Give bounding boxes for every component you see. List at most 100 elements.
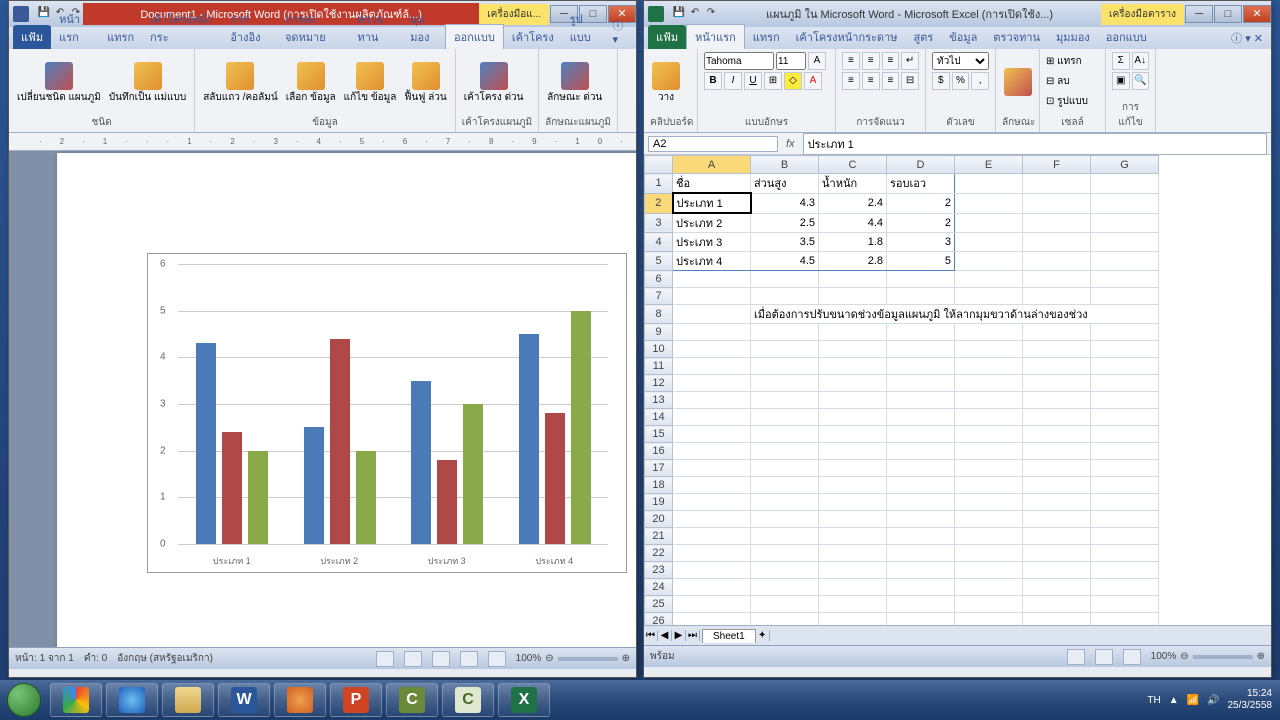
align-right-button[interactable]: ≡: [882, 72, 900, 90]
view-outline[interactable]: [460, 651, 478, 667]
taskbar-media[interactable]: [274, 683, 326, 717]
wrap-text-button[interactable]: ↵: [901, 52, 919, 70]
quick-style-button[interactable]: ลักษณะ ด่วน: [545, 51, 604, 114]
zoom-slider[interactable]: [558, 657, 618, 661]
sheet-nav-next[interactable]: ▶: [672, 630, 686, 641]
tab-home[interactable]: หน้าแรก: [51, 7, 99, 49]
tab-home[interactable]: หน้าแรก: [686, 24, 745, 49]
chart-bar[interactable]: [411, 381, 431, 544]
tab-layout2[interactable]: เค้าโครง: [504, 25, 562, 49]
tab-mail[interactable]: การส่งจดหมาย: [277, 7, 350, 49]
save-template-button[interactable]: บันทึกเป็น แม่แบบ: [107, 51, 188, 114]
change-chart-type-button[interactable]: เปลี่ยนชนิด แผนภูมิ: [15, 51, 103, 114]
chart-bar[interactable]: [571, 311, 591, 544]
select-data-button[interactable]: เลือก ข้อมูล: [284, 51, 338, 114]
help-icon[interactable]: ⓘ ▾ ✕: [1223, 27, 1271, 49]
taskbar-camtasia[interactable]: C: [386, 683, 438, 717]
tray-clock[interactable]: 15:24 25/3/2558: [1228, 688, 1273, 712]
tray-network-icon[interactable]: 📶: [1187, 695, 1199, 706]
italic-button[interactable]: I: [724, 72, 742, 90]
switch-row-col-button[interactable]: สลับแถว /คอลัมน์: [201, 51, 280, 114]
tab-layout[interactable]: เค้าโครงหน้ากระ: [142, 7, 222, 49]
view-print-layout[interactable]: [376, 651, 394, 667]
comma-button[interactable]: ,: [971, 72, 989, 90]
chart-bar[interactable]: [437, 460, 457, 544]
font-name-input[interactable]: [704, 52, 774, 70]
bold-button[interactable]: B: [704, 72, 722, 90]
currency-button[interactable]: $: [932, 72, 950, 90]
edit-data-button[interactable]: แก้ไข ข้อมูล: [342, 51, 399, 114]
quick-layout-button[interactable]: เค้าโครง ด่วน: [462, 51, 526, 114]
view-normal[interactable]: [1067, 649, 1085, 665]
chart-plot-area[interactable]: 0123456: [178, 264, 608, 544]
worksheet-area[interactable]: ABCDEFG1ชื่อส่วนสูงน้ำหนักรอบเอว2ประเภท …: [644, 155, 1271, 625]
tab-format[interactable]: รูปแบบ: [562, 7, 605, 49]
zoom-out-button[interactable]: ⊖: [1180, 651, 1188, 662]
zoom-out-button[interactable]: ⊖: [545, 653, 553, 664]
zoom-in-button[interactable]: ⊕: [1257, 651, 1265, 662]
zoom-slider[interactable]: [1193, 655, 1253, 659]
fill-button[interactable]: ▣: [1112, 72, 1130, 90]
view-draft[interactable]: [488, 651, 506, 667]
grow-font-button[interactable]: A: [808, 52, 826, 70]
qat-save-icon[interactable]: 💾: [672, 7, 686, 21]
zoom-level[interactable]: 100%: [1151, 651, 1177, 662]
tray-volume-icon[interactable]: 🔊: [1207, 695, 1219, 706]
chart-bar[interactable]: [222, 432, 242, 544]
merge-button[interactable]: ⊟: [901, 72, 919, 90]
taskbar-ie[interactable]: [106, 683, 158, 717]
tab-view[interactable]: มุมมอง: [1048, 25, 1098, 49]
formula-input[interactable]: ประเภท 1: [803, 133, 1267, 155]
font-size-input[interactable]: [776, 52, 806, 70]
fill-color-button[interactable]: ◇: [784, 72, 802, 90]
tab-review[interactable]: ตรวจทาน: [985, 25, 1048, 49]
tab-view[interactable]: มุมมอง: [402, 7, 445, 49]
taskbar-chrome[interactable]: [50, 683, 102, 717]
find-button[interactable]: 🔍: [1132, 72, 1150, 90]
sheet-tab[interactable]: Sheet1: [702, 629, 756, 643]
delete-cells-button[interactable]: ⊟ ลบ: [1046, 74, 1070, 89]
maximize-button[interactable]: □: [1214, 5, 1242, 23]
sort-filter-button[interactable]: A↓: [1132, 52, 1150, 70]
styles-button[interactable]: [1002, 51, 1034, 114]
tab-file[interactable]: แฟ้ม: [648, 25, 686, 49]
excel-context-tab[interactable]: เครื่องมือตาราง: [1101, 4, 1184, 25]
taskbar-powerpoint[interactable]: P: [330, 683, 382, 717]
new-sheet-button[interactable]: ✦: [756, 630, 770, 641]
tab-file[interactable]: แฟ้ม: [13, 25, 51, 49]
chart-bar[interactable]: [356, 451, 376, 544]
status-page[interactable]: หน้า: 1 จาก 1: [15, 651, 74, 666]
qat-save-icon[interactable]: 💾: [37, 7, 51, 21]
refresh-data-button[interactable]: ฟื้นฟู ล่วน: [402, 51, 448, 114]
qat-redo-icon[interactable]: ↷: [704, 7, 718, 21]
taskbar[interactable]: W P C C X TH ▲ 📶 🔊 15:24 25/3/2558: [0, 680, 1280, 720]
view-web[interactable]: [432, 651, 450, 667]
underline-button[interactable]: U: [744, 72, 762, 90]
zoom-in-button[interactable]: ⊕: [622, 653, 630, 664]
number-format-select[interactable]: ทั่วไป: [932, 52, 989, 70]
taskbar-explorer[interactable]: [162, 683, 214, 717]
sheet-nav-last[interactable]: ⏭: [686, 630, 700, 641]
tab-review[interactable]: ตรวจทาน: [349, 7, 402, 49]
tab-data[interactable]: ข้อมูล: [941, 25, 985, 49]
view-page-break[interactable]: [1123, 649, 1141, 665]
align-top-button[interactable]: ≡: [842, 52, 860, 70]
taskbar-excel[interactable]: X: [498, 683, 550, 717]
zoom-level[interactable]: 100%: [516, 653, 542, 664]
taskbar-word[interactable]: W: [218, 683, 270, 717]
tab-design[interactable]: ออกแบบ: [445, 24, 504, 49]
view-reading[interactable]: [404, 651, 422, 667]
align-bot-button[interactable]: ≡: [882, 52, 900, 70]
name-box[interactable]: A2: [648, 136, 778, 152]
format-cells-button[interactable]: ⊡ รูปแบบ: [1046, 94, 1088, 109]
start-button[interactable]: [0, 680, 48, 720]
sheet-nav-first[interactable]: ⏮: [644, 630, 658, 641]
paste-button[interactable]: วาง: [650, 51, 682, 114]
tab-ref[interactable]: การอ้างอิง: [222, 7, 277, 49]
border-button[interactable]: ⊞: [764, 72, 782, 90]
tab-insert[interactable]: แทรก: [99, 25, 142, 49]
chart-bar[interactable]: [545, 413, 565, 544]
document-page[interactable]: 0123456 ประเภท 1ประเภท 2ประเภท 3ประเภท 4: [57, 153, 636, 647]
chart-bar[interactable]: [196, 343, 216, 544]
horizontal-ruler[interactable]: ·2·1···1·2·3·4·5·6·7·8·9·10·11·12·13: [9, 133, 636, 151]
